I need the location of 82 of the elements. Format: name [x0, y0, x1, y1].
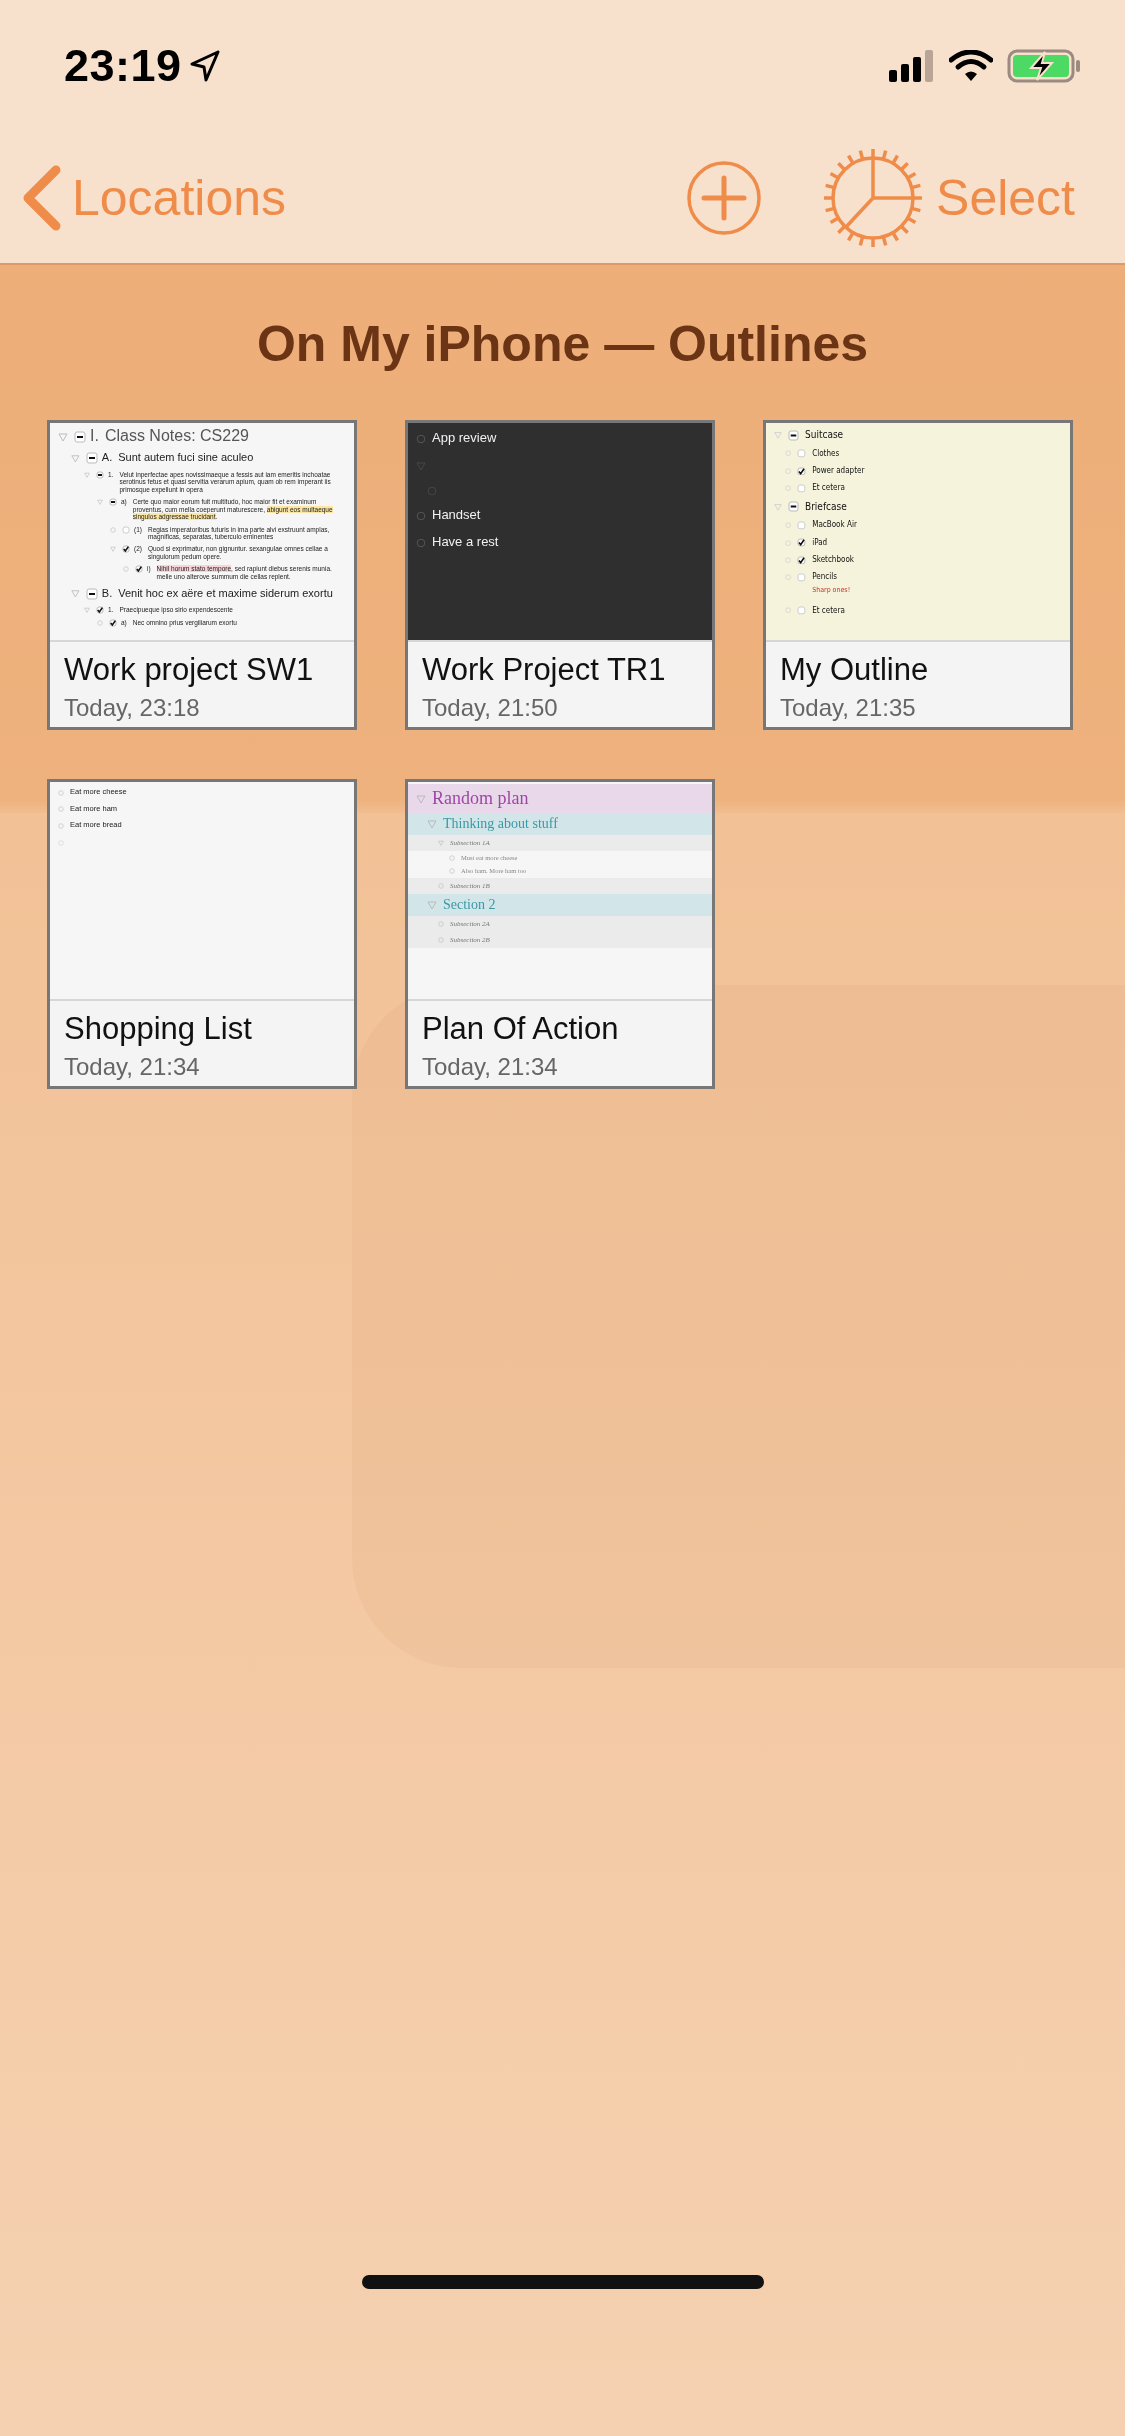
bullet-icon — [438, 937, 444, 944]
page-title: On My iPhone — Outlines — [256, 315, 869, 373]
row-number: I. — [90, 427, 99, 446]
checkbox[interactable] — [122, 545, 130, 554]
checkbox[interactable] — [797, 555, 807, 565]
bullet-icon — [110, 526, 116, 533]
disclosure-triangle-icon[interactable] — [84, 607, 90, 614]
outline-text: Et cetera — [812, 605, 845, 615]
outline-text: Venit hoc ex aëre et maxime siderum exortu — [118, 586, 333, 600]
disclosure-triangle-icon[interactable] — [416, 794, 426, 805]
checkbox[interactable] — [96, 606, 104, 615]
outline-text: App review — [432, 431, 497, 446]
bullet-icon — [58, 806, 64, 813]
outline-text: Have a rest — [432, 534, 499, 550]
document-name: Work project SW1 — [64, 652, 315, 688]
document-card[interactable]: App review Handset Have a rest Work Project TR1 Today, 21:50 — [405, 420, 715, 730]
checkbox[interactable] — [135, 565, 143, 574]
checkbox[interactable] — [109, 619, 117, 628]
outline-text: Handset — [432, 508, 481, 523]
document-name: Work Project TR1 — [422, 652, 667, 688]
checkbox[interactable] — [85, 587, 98, 600]
home-indicator[interactable] — [362, 2275, 764, 2289]
checkbox[interactable] — [85, 452, 98, 465]
document-date: Today, 21:35 — [780, 694, 917, 722]
disclosure-triangle-icon[interactable] — [427, 819, 437, 830]
document-card[interactable] — [47, 420, 357, 730]
bullet-icon — [416, 511, 426, 522]
row-number: B. — [101, 586, 113, 600]
checkbox[interactable] — [797, 538, 807, 548]
outline-text: Suitcase — [805, 429, 844, 441]
bullet-icon — [416, 434, 426, 445]
document-name: Plan Of Action — [422, 1011, 620, 1047]
disclosure-triangle-icon[interactable] — [427, 900, 437, 911]
back-chevron-icon — [22, 164, 62, 231]
checkbox[interactable] — [788, 501, 799, 513]
outline-text: Section 2 — [443, 896, 496, 913]
outline-text: MacBook Air — [812, 520, 857, 530]
bullet-icon — [449, 854, 455, 861]
bullet-icon — [58, 822, 64, 829]
bullet-icon — [123, 566, 129, 573]
outline-text: Et cetera — [812, 483, 845, 493]
document-date: Today, 21:34 — [64, 1053, 201, 1081]
checkbox[interactable] — [788, 429, 799, 441]
checkbox[interactable] — [96, 470, 104, 479]
disclosure-triangle-icon[interactable] — [58, 431, 68, 442]
checkbox[interactable] — [109, 498, 117, 507]
disclosure-triangle-icon[interactable] — [438, 840, 444, 847]
disclosure-triangle-icon[interactable] — [110, 546, 116, 553]
bullet-icon — [97, 620, 103, 627]
wifi-icon — [949, 50, 993, 82]
document-date: Today, 21:34 — [422, 1053, 559, 1081]
clock: 23:19 — [64, 40, 182, 92]
bullet-icon — [449, 868, 455, 875]
outline-text: Class Notes: CS229 — [104, 427, 249, 446]
outline-text: Sunt autem fuci sine aculeo — [118, 451, 254, 465]
document-name: Shopping List — [64, 1011, 253, 1047]
row-number: A. — [101, 451, 113, 465]
bullet-icon — [438, 921, 444, 928]
outline-text: Thinking about stuff — [443, 815, 558, 832]
checkbox[interactable] — [74, 430, 86, 443]
document-date: Today, 21:50 — [422, 694, 559, 722]
bullet-icon — [58, 789, 64, 796]
location-arrow-icon — [189, 50, 220, 82]
battery-charging-icon — [1007, 49, 1081, 83]
disclosure-triangle-icon[interactable] — [774, 431, 782, 440]
checkbox[interactable] — [797, 466, 807, 476]
bullet-icon — [416, 538, 426, 548]
bullet-icon — [438, 883, 444, 890]
signal-icon — [889, 50, 935, 82]
document-name: My Outline — [780, 652, 930, 688]
disclosure-triangle-icon[interactable] — [774, 502, 782, 511]
outline-text: Random plan — [432, 788, 529, 809]
disclosure-triangle-icon[interactable] — [84, 471, 90, 478]
outline-text: iPad — [812, 537, 828, 547]
outline-text: Pencils — [812, 572, 838, 582]
document-date: Today, 23:18 — [64, 694, 201, 722]
outline-text: Power adapter — [812, 466, 865, 476]
disclosure-triangle-icon[interactable] — [97, 499, 103, 506]
outline-text: Briefcase — [805, 500, 847, 513]
outline-text: Sketchbook — [812, 555, 854, 565]
outline-text: Clothes — [812, 448, 840, 458]
add-icon[interactable] — [686, 159, 763, 236]
